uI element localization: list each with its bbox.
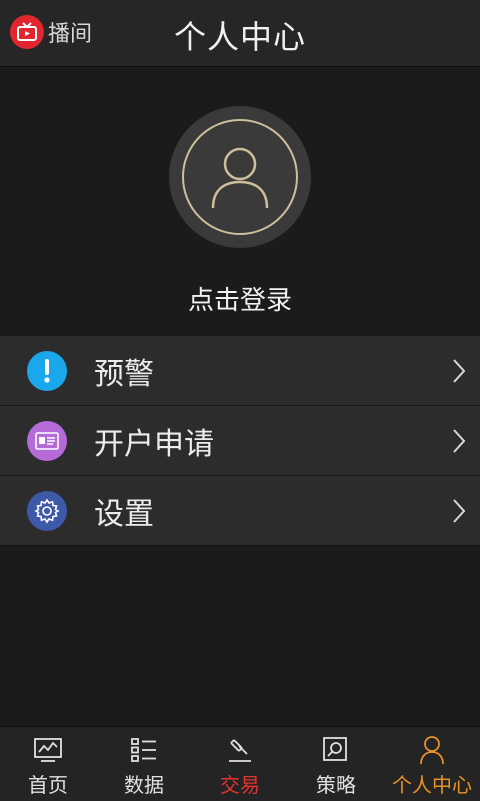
tab-label: 数据: [124, 773, 164, 797]
tab-label: 交易: [220, 773, 260, 797]
menu-item-settings[interactable]: 设置: [0, 476, 480, 546]
list-icon: [131, 738, 156, 762]
bottom-tab-bar: 首页 数据 交易 策略 个人中心: [0, 726, 480, 801]
menu-item-label: 设置: [94, 496, 154, 532]
menu-item-label: 预警: [94, 356, 154, 392]
alert-icon: [27, 350, 67, 391]
gear-icon: [27, 490, 67, 531]
chevron-right-icon: [453, 359, 466, 383]
login-link[interactable]: 点击登录: [0, 280, 480, 317]
page-title: 个人中心: [173, 18, 306, 56]
tab-label: 策略: [316, 773, 356, 797]
avatar-ring: [182, 119, 298, 235]
tab-strategy[interactable]: 策略: [288, 727, 384, 801]
id-card-icon: [27, 420, 67, 461]
person-icon: [420, 736, 444, 765]
chart-monitor-icon: [34, 738, 62, 762]
person-icon: [211, 147, 269, 209]
tab-label: 个人中心: [392, 773, 472, 797]
top-bar: 播间 个人中心: [0, 0, 480, 67]
tab-trade[interactable]: 交易: [192, 727, 288, 801]
menu-item-alert[interactable]: 预警: [0, 336, 480, 406]
menu-item-account-opening[interactable]: 开户申请: [0, 406, 480, 476]
magnifier-doc-icon: [323, 737, 347, 761]
profile-section: 点击登录: [0, 66, 480, 336]
gavel-icon: [229, 739, 251, 762]
chevron-right-icon: [453, 499, 466, 523]
tab-profile[interactable]: 个人中心: [384, 727, 480, 801]
tab-data[interactable]: 数据: [96, 727, 192, 801]
settings-menu: 预警 开户申请 设置: [0, 336, 480, 546]
avatar[interactable]: [169, 106, 311, 248]
chevron-right-icon: [453, 429, 466, 453]
tab-home[interactable]: 首页: [0, 727, 96, 801]
menu-item-label: 开户申请: [94, 426, 214, 462]
tab-label: 首页: [28, 773, 68, 797]
